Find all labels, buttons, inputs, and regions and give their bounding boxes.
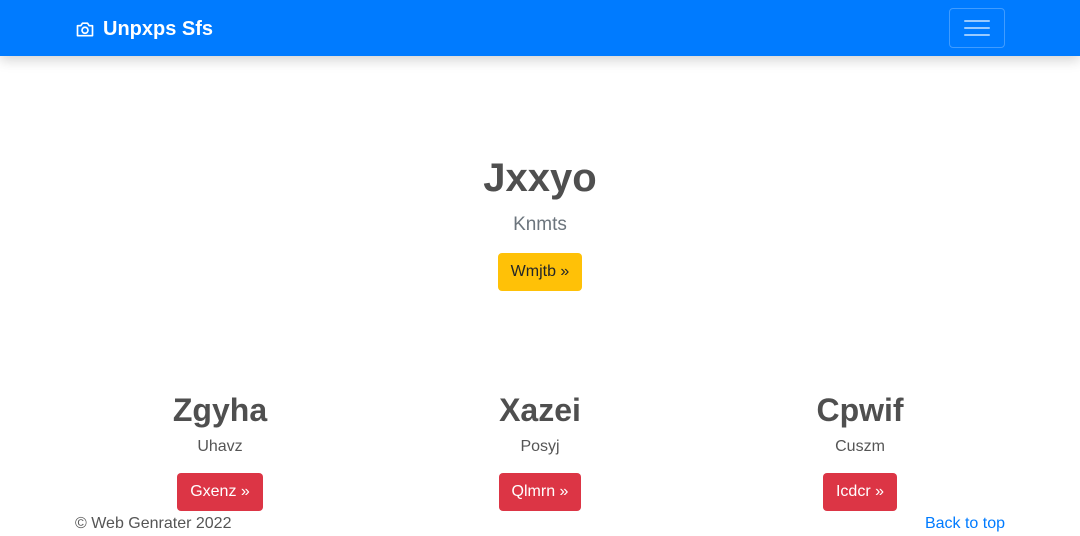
hero-subtitle: Knmts: [513, 214, 567, 235]
feature-title: Cpwif: [816, 392, 904, 428]
copyright-text: © Web Genrater 2022: [75, 515, 232, 532]
camera-icon: [76, 22, 94, 37]
feature-text: Uhavz: [197, 438, 243, 455]
feature-column: Cpwif Cuszm Icdcr »: [680, 388, 1040, 511]
feature-text: Cuszm: [835, 438, 885, 455]
feature-button[interactable]: Icdcr »: [822, 473, 897, 511]
feature-button[interactable]: Gxenz »: [177, 473, 263, 511]
hero-title: Jxxyo: [483, 156, 597, 200]
hamburger-menu-icon: [964, 18, 990, 38]
back-to-top-link[interactable]: Back to top: [925, 515, 1005, 533]
navbar-toggler-button[interactable]: [949, 8, 1005, 48]
feature-column: Zgyha Uhavz Gxenz »: [40, 388, 400, 511]
feature-title: Zgyha: [172, 392, 268, 428]
feature-button[interactable]: Qlmrn »: [498, 473, 582, 511]
hero-section: Jxxyo Knmts Wmjtb »: [0, 150, 1080, 291]
navbar: Unpxps Sfs: [0, 0, 1080, 56]
hero-button[interactable]: Wmjtb »: [497, 253, 583, 291]
feature-column: Xazei Posyj Qlmrn »: [360, 388, 720, 511]
brand-text: Unpxps Sfs: [103, 17, 214, 40]
feature-text: Posyj: [520, 438, 560, 455]
feature-title: Xazei: [499, 392, 581, 428]
brand-link[interactable]: Unpxps Sfs: [75, 16, 213, 42]
